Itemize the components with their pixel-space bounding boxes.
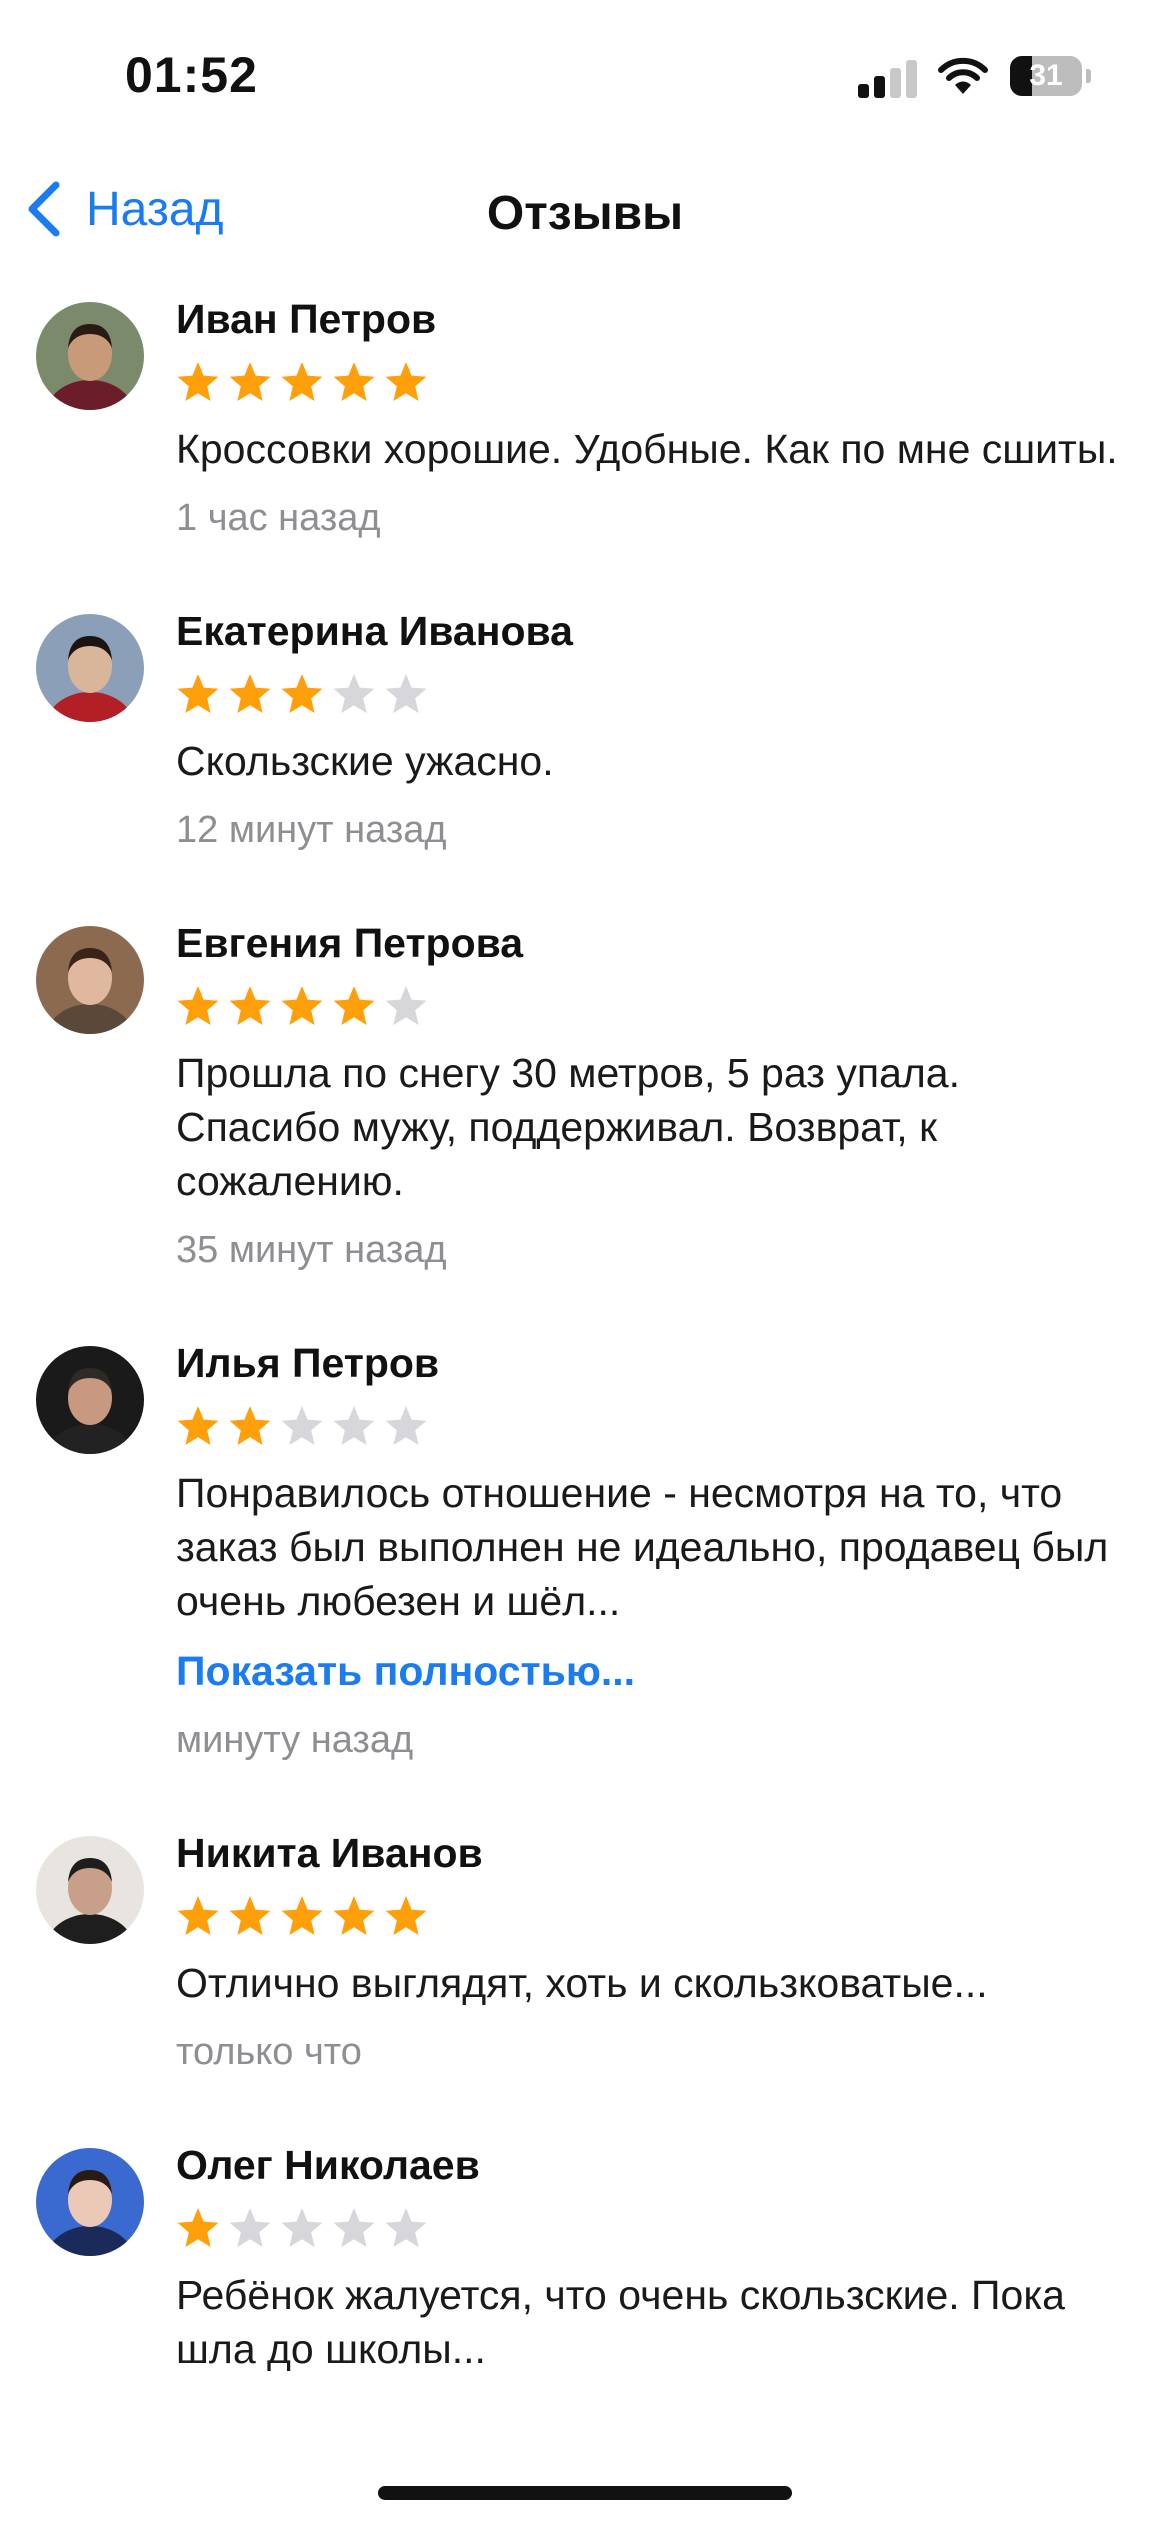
star-filled-icon bbox=[177, 986, 219, 1025]
reviewer-name: Илья Петров bbox=[176, 1340, 440, 1386]
avatar-photo-man-sunglasses-icon bbox=[36, 1836, 144, 1944]
star-rating bbox=[176, 672, 1130, 722]
star-empty-icon bbox=[333, 674, 375, 713]
review-item: Иван Петров Кроссовки хорошие. Удобные. К… bbox=[0, 294, 1170, 602]
avatar[interactable] bbox=[36, 302, 144, 410]
review-text: Кроссовки хорошие. Удобные. Как по мне с… bbox=[176, 426, 1118, 472]
avatar[interactable] bbox=[36, 926, 144, 1034]
star-empty-icon bbox=[333, 1406, 375, 1445]
star-filled-icon bbox=[177, 1406, 219, 1445]
star-filled-icon bbox=[229, 362, 271, 401]
star-filled-icon bbox=[281, 986, 323, 1025]
avatar-photo-woman-icon bbox=[36, 614, 144, 722]
star-empty-icon bbox=[385, 2208, 427, 2247]
star-filled-icon bbox=[177, 362, 219, 401]
reviewer-name: Екатерина Иванова bbox=[176, 608, 573, 654]
star-filled-icon bbox=[281, 1896, 323, 1935]
star-filled-icon bbox=[229, 1406, 271, 1445]
reviewer-name: Олег Николаев bbox=[176, 2142, 480, 2188]
review-time: 1 час назад bbox=[176, 497, 381, 539]
star-filled-icon bbox=[385, 1896, 427, 1935]
star-rating bbox=[176, 984, 1130, 1034]
navigation-bar: Назад Отзывы bbox=[0, 160, 1170, 260]
star-rating bbox=[176, 1404, 1130, 1454]
status-time: 01:52 bbox=[125, 47, 258, 103]
star-filled-icon bbox=[177, 2208, 219, 2247]
avatar-photo-woman-glasses-icon bbox=[36, 926, 144, 1034]
review-time: 12 минут назад bbox=[176, 809, 447, 851]
star-filled-icon bbox=[333, 986, 375, 1025]
star-filled-icon bbox=[229, 986, 271, 1025]
review-time: только что bbox=[176, 2031, 362, 2073]
wifi-icon bbox=[938, 56, 988, 96]
star-filled-icon bbox=[177, 1896, 219, 1935]
review-time: 35 минут назад bbox=[176, 1229, 447, 1271]
avatar-photo-man-suit-icon bbox=[36, 1346, 144, 1454]
reviewer-name: Евгения Петрова bbox=[176, 920, 524, 966]
show-full-link[interactable]: Показать полностью... bbox=[176, 1644, 1130, 1698]
avatar[interactable] bbox=[36, 2148, 144, 2256]
star-filled-icon bbox=[281, 674, 323, 713]
avatar[interactable] bbox=[36, 614, 144, 722]
star-filled-icon bbox=[281, 362, 323, 401]
star-empty-icon bbox=[281, 1406, 323, 1445]
cellular-signal-icon bbox=[858, 58, 918, 98]
review-text: Прошла по снегу 30 метров, 5 раз упала. … bbox=[176, 1050, 960, 1204]
star-empty-icon bbox=[385, 1406, 427, 1445]
star-empty-icon bbox=[229, 2208, 271, 2247]
review-item: Олег Николаев Ребёнок жалуется, что очень… bbox=[0, 2140, 1170, 2436]
avatar-photo-boy-icon bbox=[36, 2148, 144, 2256]
review-item: Екатерина Иванова Скользские ужасно. 12 ми… bbox=[0, 606, 1170, 914]
review-text: Скользские ужасно. bbox=[176, 738, 554, 784]
star-filled-icon bbox=[333, 362, 375, 401]
review-item: Никита Иванов Отлично выглядят, хоть и ск… bbox=[0, 1828, 1170, 2136]
battery-percent: 31 bbox=[1029, 59, 1063, 92]
star-rating bbox=[176, 360, 1130, 410]
page-title: Отзывы bbox=[486, 187, 684, 240]
star-empty-icon bbox=[385, 986, 427, 1025]
review-item: Илья Петров Понравилось отношение - несмо… bbox=[0, 1338, 1170, 1824]
avatar[interactable] bbox=[36, 1836, 144, 1944]
avatar-photo-man-icon bbox=[36, 302, 144, 410]
reviewer-name: Иван Петров bbox=[176, 296, 437, 342]
battery-icon: 31 bbox=[1010, 56, 1091, 96]
review-time: минуту назад bbox=[176, 1719, 414, 1761]
review-text: Отлично выглядят, хоть и скользковатые..… bbox=[176, 1960, 988, 2006]
status-bar: 01:52 31 bbox=[0, 0, 1170, 150]
review-item: Евгения Петрова Прошла по снегу 30 метров… bbox=[0, 918, 1170, 1334]
star-rating bbox=[176, 1894, 1130, 1944]
star-empty-icon bbox=[385, 674, 427, 713]
star-filled-icon bbox=[229, 674, 271, 713]
star-filled-icon bbox=[333, 1896, 375, 1935]
review-text: Понравилось отношение - несмотря на то, … bbox=[176, 1470, 1109, 1624]
home-indicator[interactable] bbox=[378, 2486, 792, 2500]
star-rating bbox=[176, 2206, 1130, 2256]
review-text: Ребёнок жалуется, что очень скользские. … bbox=[176, 2272, 1065, 2372]
star-filled-icon bbox=[177, 674, 219, 713]
star-empty-icon bbox=[281, 2208, 323, 2247]
star-filled-icon bbox=[385, 362, 427, 401]
reviews-list: Иван Петров Кроссовки хорошие. Удобные. К… bbox=[0, 290, 1170, 2436]
star-filled-icon bbox=[229, 1896, 271, 1935]
avatar[interactable] bbox=[36, 1346, 144, 1454]
star-empty-icon bbox=[333, 2208, 375, 2247]
reviewer-name: Никита Иванов bbox=[176, 1830, 483, 1876]
